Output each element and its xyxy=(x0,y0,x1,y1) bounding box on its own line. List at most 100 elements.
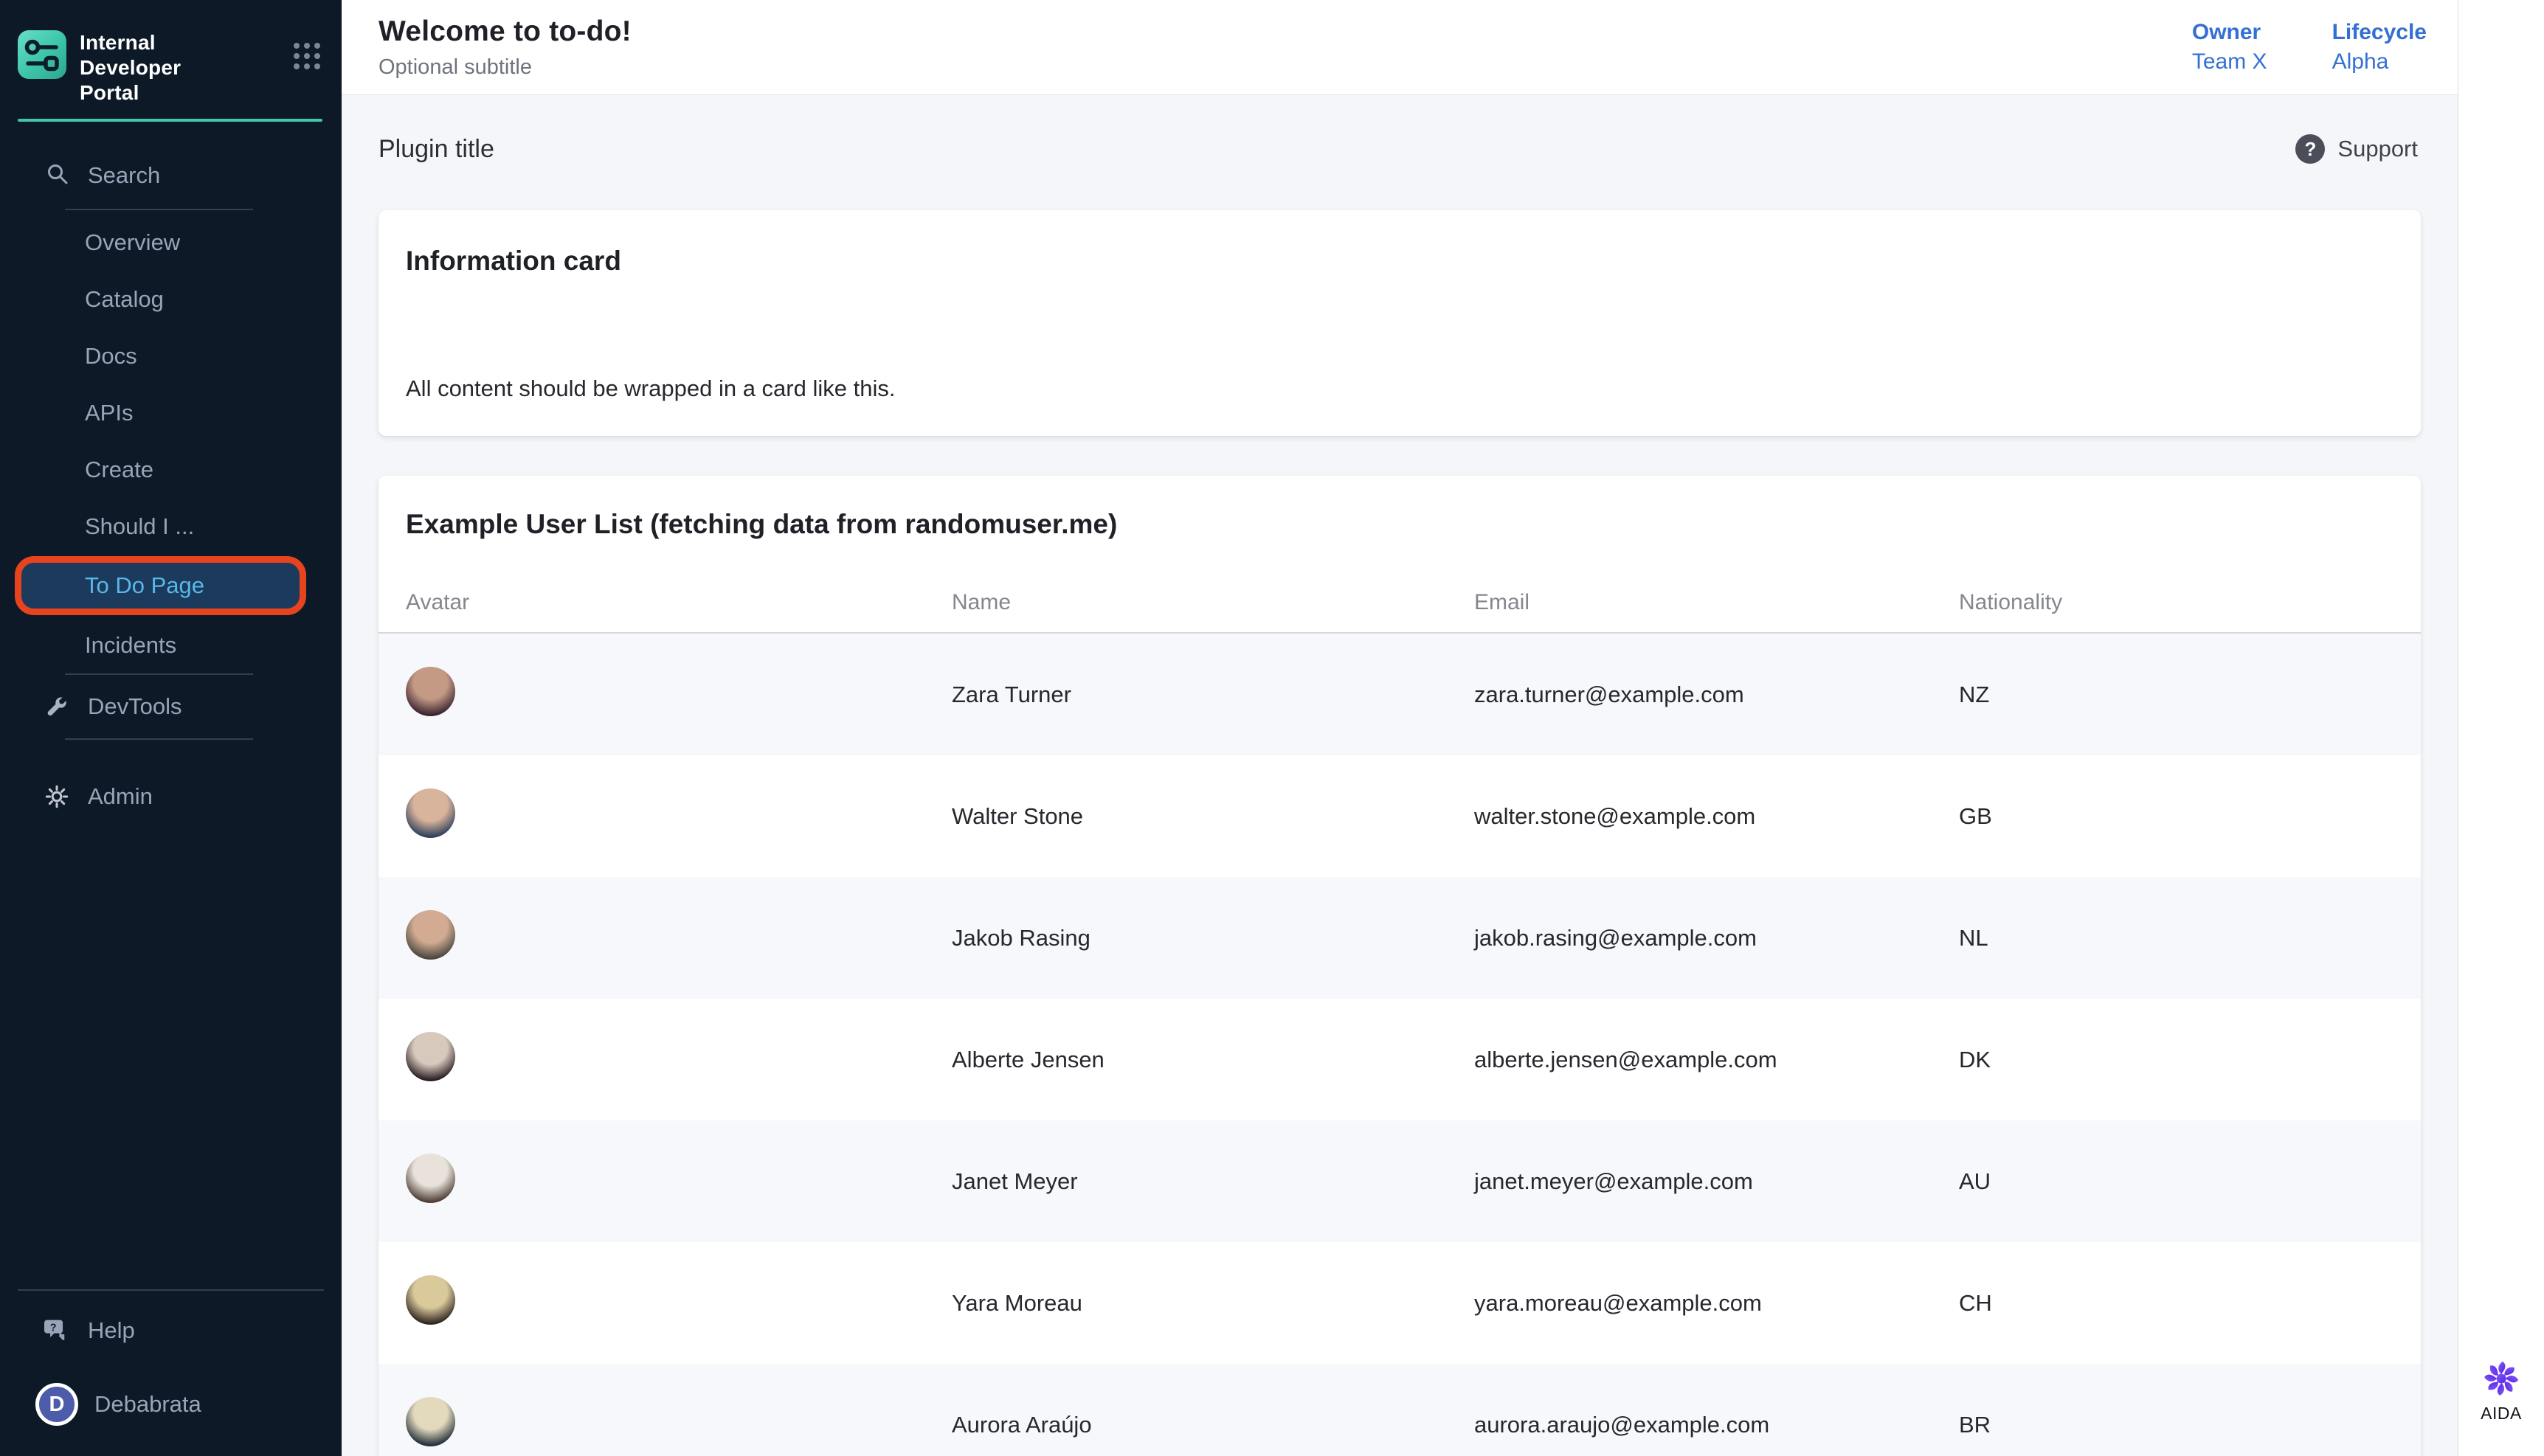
user-nationality: NL xyxy=(1932,925,2421,951)
column-header-avatar: Avatar xyxy=(379,590,924,615)
user-email: walter.stone@example.com xyxy=(1447,803,1932,830)
sidebar-item-label: Catalog xyxy=(85,286,164,313)
sidebar-spacer xyxy=(0,828,342,1289)
user-email: yara.moreau@example.com xyxy=(1447,1290,1932,1317)
user-avatar: D xyxy=(35,1383,78,1426)
avatar xyxy=(406,667,455,716)
header-meta: Owner Team X Lifecycle Alpha xyxy=(2192,20,2428,74)
user-name: Yara Moreau xyxy=(924,1290,1447,1317)
sidebar-item-admin[interactable]: Admin xyxy=(0,765,342,828)
user-name: Alberte Jensen xyxy=(924,1047,1447,1073)
avatar-cell xyxy=(379,1397,924,1452)
sidebar-item-docs[interactable]: Docs xyxy=(0,327,342,384)
avatar-cell xyxy=(379,1275,924,1331)
table-row: Alberte Jensen alberte.jensen@example.co… xyxy=(379,999,2421,1120)
sidebar-divider xyxy=(65,209,253,210)
user-list-card: Example User List (fetching data from ra… xyxy=(379,476,2421,1456)
user-nationality: CH xyxy=(1932,1290,2421,1317)
support-button[interactable]: ? Support xyxy=(2295,134,2421,164)
avatar-cell xyxy=(379,788,924,844)
avatar xyxy=(406,1397,455,1446)
sidebar-item-help[interactable]: ? Help xyxy=(0,1291,342,1370)
user-email: janet.meyer@example.com xyxy=(1447,1168,1932,1195)
user-nationality: AU xyxy=(1932,1168,2421,1195)
sidebar-user[interactable]: D Debabrata xyxy=(0,1370,342,1438)
aida-label: AIDA xyxy=(2481,1404,2522,1424)
search-label: Search xyxy=(88,162,160,189)
lifecycle-value-link[interactable]: Alpha xyxy=(2332,49,2427,74)
avatar xyxy=(406,1032,455,1081)
user-name: Janet Meyer xyxy=(924,1168,1447,1195)
brand-accent-line xyxy=(18,119,322,122)
column-header-nationality: Nationality xyxy=(1932,590,2421,615)
sidebar: Internal Developer Portal Search Overvie… xyxy=(0,0,342,1456)
lifecycle-label: Lifecycle xyxy=(2332,20,2427,45)
meta-lifecycle: Lifecycle Alpha xyxy=(2332,20,2427,74)
question-circle-icon: ? xyxy=(2295,134,2325,164)
table-row: Zara Turner zara.turner@example.com NZ xyxy=(379,634,2421,755)
avatar-cell xyxy=(379,667,924,722)
page-title: Welcome to to-do! xyxy=(379,15,632,48)
user-email: jakob.rasing@example.com xyxy=(1447,925,1932,951)
column-header-name: Name xyxy=(924,590,1447,615)
information-card-title: Information card xyxy=(406,246,2391,277)
sidebar-item-apis[interactable]: APIs xyxy=(0,384,342,441)
table-row: Janet Meyer janet.meyer@example.com AU xyxy=(379,1120,2421,1242)
gear-icon xyxy=(44,783,69,810)
sidebar-item-label: Docs xyxy=(85,343,137,370)
sidebar-item-to-do-page[interactable]: To Do Page xyxy=(15,556,306,615)
grid-dots-icon[interactable] xyxy=(291,41,322,75)
user-nationality: NZ xyxy=(1932,682,2421,708)
table-row: Yara Moreau yara.moreau@example.com CH xyxy=(379,1242,2421,1364)
sidebar-item-create[interactable]: Create xyxy=(0,441,342,498)
page-subtitle: Optional subtitle xyxy=(379,55,632,80)
help-label: Help xyxy=(88,1317,135,1344)
avatar-cell xyxy=(379,1154,924,1209)
sidebar-item-devtools[interactable]: DevTools xyxy=(0,675,342,738)
app-title: Internal Developer Portal xyxy=(80,30,246,105)
app-window: Internal Developer Portal Search Overvie… xyxy=(0,0,2544,1456)
avatar xyxy=(406,1275,455,1325)
help-chat-icon: ? xyxy=(44,1317,69,1344)
support-label: Support xyxy=(2337,136,2418,162)
column-header-email: Email xyxy=(1447,590,1932,615)
sidebar-item-label: Should I ... xyxy=(85,513,194,540)
owner-label: Owner xyxy=(2192,20,2267,45)
title-block: Welcome to to-do! Optional subtitle xyxy=(379,15,632,80)
sliders-logo-icon xyxy=(18,30,66,79)
user-name: Zara Turner xyxy=(924,682,1447,708)
table-row: Jakob Rasing jakob.rasing@example.com NL xyxy=(379,877,2421,999)
svg-text:?: ? xyxy=(50,1322,57,1334)
avatar-cell xyxy=(379,910,924,966)
avatar xyxy=(406,910,455,960)
sidebar-divider xyxy=(65,738,253,740)
user-table-header: Avatar Name Email Nationality xyxy=(379,573,2421,634)
avatar xyxy=(406,788,455,838)
plugin-title: Plugin title xyxy=(379,135,494,164)
sidebar-item-incidents[interactable]: Incidents xyxy=(0,617,342,673)
sidebar-item-label: APIs xyxy=(85,400,133,426)
admin-label: Admin xyxy=(88,783,153,810)
page-header: Welcome to to-do! Optional subtitle Owne… xyxy=(342,0,2458,95)
aida-badge[interactable]: AIDA xyxy=(2481,1360,2522,1424)
user-email: aurora.araujo@example.com xyxy=(1447,1412,1932,1438)
sidebar-item-label: Incidents xyxy=(85,632,176,659)
right-strip: AIDA xyxy=(2458,0,2544,1456)
owner-value-link[interactable]: Team X xyxy=(2192,49,2267,74)
sidebar-item-overview[interactable]: Overview xyxy=(0,214,342,271)
sidebar-search[interactable]: Search xyxy=(0,142,342,209)
user-name-label: Debabrata xyxy=(94,1391,201,1418)
plugin-bar: Plugin title ? Support xyxy=(379,126,2421,172)
sidebar-nav: Overview Catalog Docs APIs Create Should… xyxy=(0,214,342,673)
sidebar-item-label: Overview xyxy=(85,229,180,256)
sidebar-item-label: To Do Page xyxy=(85,572,204,599)
information-card: Information card All content should be w… xyxy=(379,210,2421,436)
user-table-body: Zara Turner zara.turner@example.com NZ W… xyxy=(379,634,2421,1456)
sidebar-item-should-i[interactable]: Should I ... xyxy=(0,498,342,555)
main-area: Welcome to to-do! Optional subtitle Owne… xyxy=(342,0,2458,1456)
aida-flower-icon xyxy=(2483,1360,2520,1401)
sidebar-item-catalog[interactable]: Catalog xyxy=(0,271,342,327)
information-card-body: All content should be wrapped in a card … xyxy=(406,375,2391,402)
user-email: zara.turner@example.com xyxy=(1447,682,1932,708)
brand: Internal Developer Portal xyxy=(0,0,342,105)
